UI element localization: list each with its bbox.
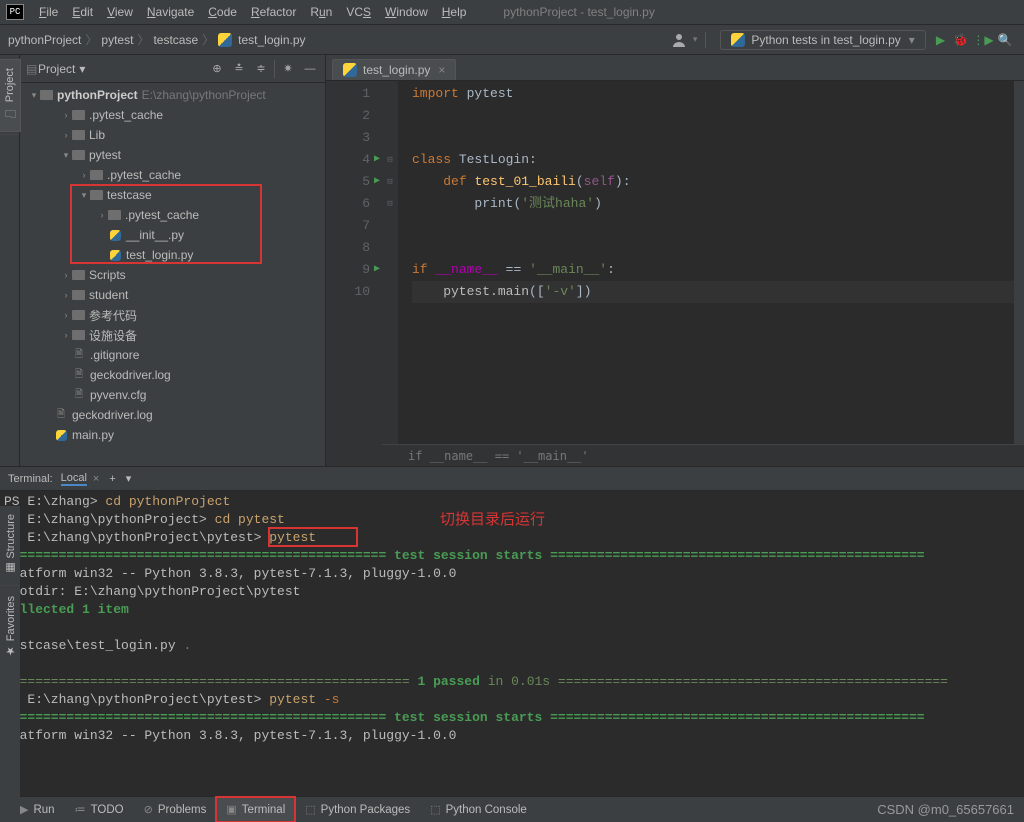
tree-item[interactable]: ›Scripts xyxy=(24,265,325,285)
tree-item[interactable]: 🗎geckodriver.log xyxy=(24,405,325,425)
menu-view[interactable]: View xyxy=(100,5,140,19)
terminal-output[interactable]: 切换目录后运行 PS E:\zhang> cd pythonProjectPS … xyxy=(0,491,1024,796)
bottom-tab-console[interactable]: ⬚Python Console xyxy=(420,797,537,822)
menu-vcs[interactable]: VCS xyxy=(339,5,378,19)
menu-window[interactable]: Window xyxy=(378,5,435,19)
structure-tool-tab[interactable]: ▦ Structure xyxy=(3,506,18,583)
tree-root[interactable]: ▾pythonProjectE:\zhang\pythonProject xyxy=(24,85,325,105)
python-icon xyxy=(731,33,745,47)
window-title: pythonProject - test_login.py xyxy=(503,5,654,19)
sidebar-title[interactable]: Project▾ xyxy=(38,62,208,76)
tree-item[interactable]: ›.pytest_cache xyxy=(24,165,325,185)
project-tree[interactable]: ▾pythonProjectE:\zhang\pythonProject›.py… xyxy=(20,83,325,466)
close-tab-icon[interactable]: × xyxy=(438,63,445,77)
terminal-header-label: Terminal: xyxy=(8,473,53,485)
code-area[interactable]: 1234▶5▶6789▶10 ⊟⊟⊟ import pytest class T… xyxy=(326,81,1024,466)
tree-item[interactable]: ›.pytest_cache xyxy=(24,205,325,225)
breadcrumb-0[interactable]: pythonProject xyxy=(8,33,81,47)
bottom-tab-packages[interactable]: ⬚Python Packages xyxy=(295,797,420,822)
favorites-tool-tab[interactable]: ★ Favorites xyxy=(3,588,18,665)
code-context: if __name__ == '__main__' xyxy=(382,444,1024,466)
tree-item[interactable]: ›参考代码 xyxy=(24,305,325,325)
run-config-label: Python tests in test_login.py xyxy=(751,33,900,47)
tree-item[interactable]: ›Lib xyxy=(24,125,325,145)
tree-item[interactable]: main.py xyxy=(24,425,325,445)
breadcrumb-2[interactable]: testcase xyxy=(153,33,198,47)
tree-item[interactable]: ›.pytest_cache xyxy=(24,105,325,125)
collapse-icon[interactable]: ≑ xyxy=(252,60,270,78)
expand-icon[interactable]: ≛ xyxy=(230,60,248,78)
terminal-panel: Terminal: Local × + ▾ 切换目录后运行 PS E:\zhan… xyxy=(0,466,1024,796)
menu-code[interactable]: Code xyxy=(201,5,244,19)
app-icon: PC xyxy=(6,4,24,20)
terminal-dropdown[interactable]: ▾ xyxy=(126,472,132,485)
menu-edit[interactable]: Edit xyxy=(65,5,100,19)
tree-item[interactable]: ›设施设备 xyxy=(24,325,325,345)
tree-item[interactable]: 🗎.gitignore xyxy=(24,345,325,365)
left-gutter: 🗀Project xyxy=(0,55,20,466)
tree-item[interactable]: 🗎geckodriver.log xyxy=(24,365,325,385)
tree-item[interactable]: __init__.py xyxy=(24,225,325,245)
hide-icon[interactable]: — xyxy=(301,60,319,78)
tree-item[interactable]: 🗎pyvenv.cfg xyxy=(24,385,325,405)
run-button[interactable]: ▶ xyxy=(936,33,945,47)
run-config-selector[interactable]: Python tests in test_login.py ▾ xyxy=(720,30,925,50)
bottom-toolbar: ▶Run≔TODO⊘Problems▣Terminal⬚Python Packa… xyxy=(0,796,1024,822)
locate-icon[interactable]: ⊕ xyxy=(208,60,226,78)
menubar: PC FileEditViewNavigateCodeRefactorRunVC… xyxy=(0,0,1024,25)
project-tool-tab[interactable]: 🗀Project xyxy=(0,59,21,132)
tree-item[interactable]: ▾pytest xyxy=(24,145,325,165)
editor-tab-active[interactable]: test_login.py × xyxy=(332,59,456,80)
menu-navigate[interactable]: Navigate xyxy=(140,5,201,19)
menu-run[interactable]: Run xyxy=(303,5,339,19)
tree-item[interactable]: ›student xyxy=(24,285,325,305)
settings-icon[interactable]: ✷ xyxy=(279,60,297,78)
editor-tabs: test_login.py × xyxy=(326,55,1024,81)
more-run-button[interactable]: ⋮▶ xyxy=(972,29,994,51)
bottom-tab-todo[interactable]: ≔TODO xyxy=(65,797,134,822)
tree-item[interactable]: test_login.py xyxy=(24,245,325,265)
watermark: CSDN @m0_65657661 xyxy=(877,802,1014,817)
menu-refactor[interactable]: Refactor xyxy=(244,5,303,19)
terminal-tab-close[interactable]: × xyxy=(93,473,99,485)
editor-pane: test_login.py × 1234▶5▶6789▶10 ⊟⊟⊟ impor… xyxy=(326,55,1024,466)
breadcrumb-3[interactable]: test_login.py xyxy=(238,33,305,47)
breadcrumb-1[interactable]: pytest xyxy=(101,33,133,47)
bottom-tab-terminal[interactable]: ▣Terminal xyxy=(216,797,295,822)
python-file-icon xyxy=(343,63,357,77)
debug-button[interactable]: 🐞 xyxy=(953,33,968,47)
terminal-header: Terminal: Local × + ▾ xyxy=(0,467,1024,491)
editor-tab-label: test_login.py xyxy=(363,63,430,77)
menu-help[interactable]: Help xyxy=(435,5,474,19)
navbar: pythonProject〉pytest〉testcase〉test_login… xyxy=(0,25,1024,55)
bottom-tab-problems[interactable]: ⊘Problems xyxy=(134,797,217,822)
user-icon[interactable] xyxy=(671,32,687,48)
menu-file[interactable]: File xyxy=(32,5,65,19)
annotation-label: 切换目录后运行 xyxy=(440,511,545,529)
search-icon[interactable]: 🔍 xyxy=(994,29,1016,51)
tree-item[interactable]: ▾testcase xyxy=(24,185,325,205)
sidebar-header: ▤ Project▾ ⊕ ≛ ≑ ✷ — xyxy=(20,55,325,83)
terminal-tab-local[interactable]: Local xyxy=(61,472,87,486)
bottom-tab-run[interactable]: ▶Run xyxy=(10,797,65,822)
project-sidebar: ▤ Project▾ ⊕ ≛ ≑ ✷ — ▾pythonProjectE:\zh… xyxy=(20,55,326,466)
terminal-new-tab[interactable]: + xyxy=(109,473,115,485)
